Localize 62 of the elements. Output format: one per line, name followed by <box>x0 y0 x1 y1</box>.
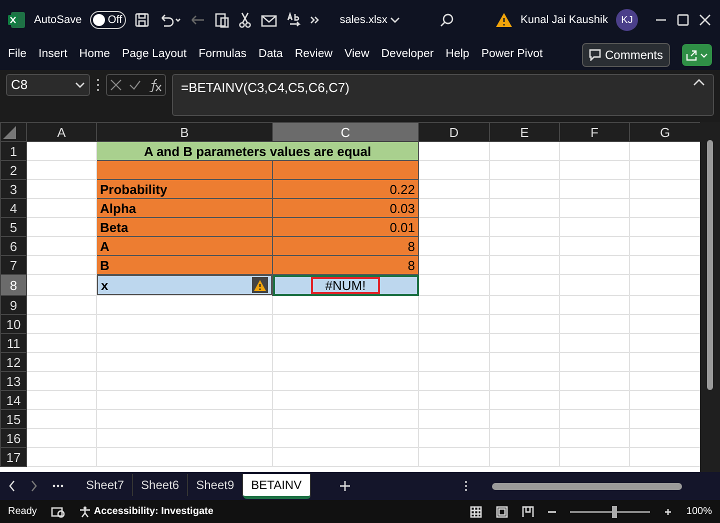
table-cell: 0.01 <box>390 220 415 234</box>
row-header[interactable]: 3 <box>0 180 26 198</box>
column-header[interactable]: A <box>26 122 96 142</box>
name-box[interactable]: C8 <box>6 74 90 96</box>
row-header[interactable]: 6 <box>0 236 26 256</box>
row-header[interactable]: 13 <box>0 372 26 390</box>
table-cell: Probability <box>100 182 168 196</box>
menu-tab[interactable]: Home <box>79 46 110 64</box>
status-text: Ready <box>8 505 37 519</box>
row-header[interactable]: 7 <box>0 256 26 274</box>
row-header[interactable]: 4 <box>0 198 26 218</box>
table-cell: Alpha <box>100 200 136 216</box>
column-header[interactable]: C <box>272 122 418 142</box>
row-header[interactable]: 10 <box>0 314 26 334</box>
table-cell: B <box>100 258 110 272</box>
column-header[interactable]: D <box>418 122 490 142</box>
table-cell: A and B parameters values are equal <box>96 142 418 160</box>
table-cell: 8 <box>408 258 415 272</box>
row-header[interactable]: 16 <box>0 428 26 448</box>
menu-tab[interactable]: Insert <box>38 46 68 64</box>
row-header[interactable]: 14 <box>0 390 26 410</box>
column-header[interactable]: E <box>490 122 560 142</box>
column-header[interactable]: F <box>560 122 630 142</box>
menu-tab[interactable]: Developer <box>381 46 434 64</box>
comments-button[interactable]: Comments <box>582 43 670 67</box>
autosave-toggle[interactable]: Off <box>90 11 126 29</box>
menu-tab[interactable]: Power Pivot <box>481 46 543 64</box>
menu-tab[interactable]: Review <box>294 46 333 64</box>
row-header[interactable]: 17 <box>0 448 26 466</box>
user-avatar[interactable]: KJ <box>616 9 638 31</box>
table-cell: #NUM! <box>311 276 380 294</box>
row-header[interactable]: 11 <box>0 334 26 352</box>
formula-field[interactable]: =BETAINV(C3,C4,C5,C6,C7) <box>172 74 714 116</box>
sheet-tab[interactable]: BETAINV <box>243 474 311 498</box>
menu-tab[interactable]: File <box>8 46 27 64</box>
table-cell: A <box>100 238 110 254</box>
sheet-tab[interactable]: Sheet7 <box>78 474 134 496</box>
table-cell: 0.03 <box>390 200 415 216</box>
menu-tab[interactable]: View <box>344 46 370 64</box>
row-header[interactable]: 5 <box>0 218 26 236</box>
column-header[interactable]: G <box>630 122 700 142</box>
row-header[interactable]: 1 <box>0 142 26 160</box>
menu-tab[interactable]: Data <box>258 46 283 64</box>
row-header[interactable]: 8 <box>0 274 26 296</box>
table-cell: 8 <box>408 238 415 254</box>
file-name[interactable]: sales.xlsx <box>340 12 400 28</box>
zoom-level[interactable]: 100% <box>686 504 712 519</box>
autosave-label: AutoSave <box>34 12 82 28</box>
row-header[interactable]: 15 <box>0 410 26 428</box>
table-cell: x <box>101 276 108 294</box>
sheet-tab[interactable]: Sheet6 <box>133 474 188 496</box>
table-cell: Beta <box>100 220 128 234</box>
menu-tab[interactable]: Help <box>446 46 470 64</box>
menu-tab[interactable]: Page Layout <box>122 46 187 64</box>
row-header[interactable]: 2 <box>0 160 26 180</box>
user-name: Kunal Jai Kaushik <box>520 12 608 28</box>
accessibility-status[interactable]: Accessibility: Investigate <box>78 504 214 519</box>
row-header[interactable]: 9 <box>0 296 26 314</box>
row-header[interactable]: 12 <box>0 352 26 372</box>
table-cell: 0.22 <box>390 182 415 196</box>
column-header[interactable]: B <box>96 122 272 142</box>
menu-tab[interactable]: Formulas <box>198 46 247 64</box>
